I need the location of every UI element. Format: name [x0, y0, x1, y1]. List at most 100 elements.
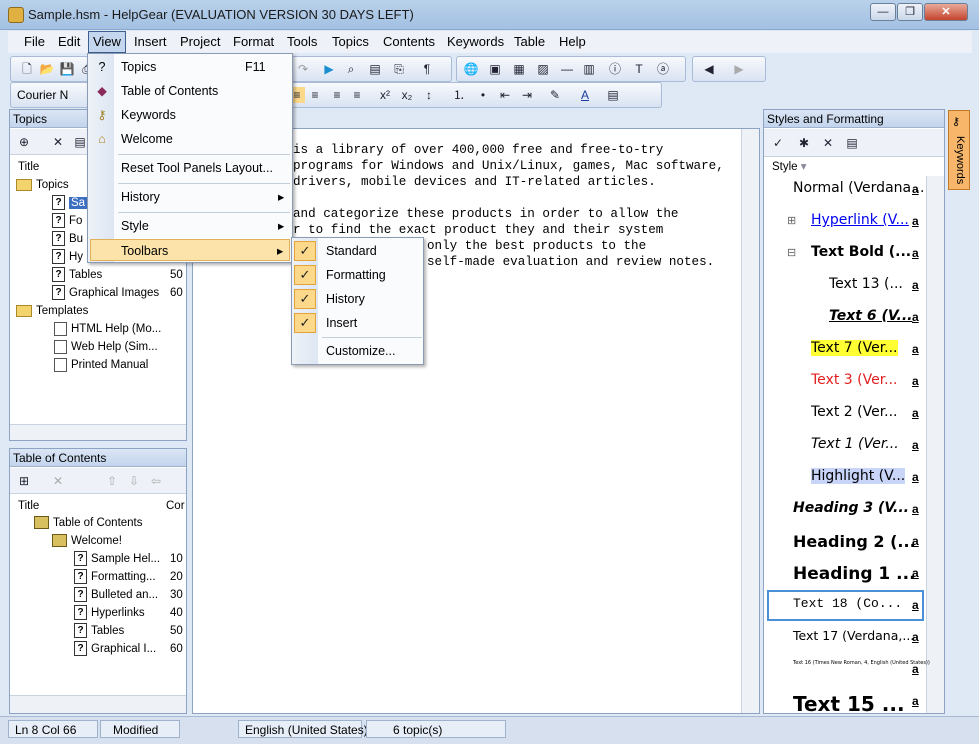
view-history-item[interactable]: History	[121, 186, 160, 208]
list-item[interactable]: ? Tables	[74, 622, 124, 640]
expander-icon[interactable]: ⊟	[787, 246, 796, 259]
move-up-icon[interactable]: ⇧	[104, 473, 120, 489]
topics-hscrollbar[interactable]	[10, 424, 186, 440]
style-item[interactable]: Text Bold (...	[811, 244, 911, 260]
add-toc-icon[interactable]: ⊞	[16, 473, 32, 489]
style-item[interactable]: Text 17 (Verdana,...	[793, 628, 914, 643]
menu-contents[interactable]: Contents	[383, 34, 435, 49]
menu-help[interactable]: Help	[559, 34, 586, 49]
list-item[interactable]: Printed Manual	[54, 356, 148, 374]
redo-icon[interactable]: ↷	[295, 61, 311, 77]
superscript-icon[interactable]: x²	[377, 87, 393, 103]
view-toc-item[interactable]: Table of Contents	[121, 80, 218, 102]
view-reset-layout-item[interactable]: Reset Tool Panels Layout...	[121, 157, 273, 179]
view-toolbars-item[interactable]: Toolbars ▸	[90, 239, 290, 261]
style-item[interactable]: Text 15 ...	[793, 692, 905, 716]
new-icon[interactable]: 🗋	[19, 61, 35, 77]
properties-icon[interactable]: ▤	[605, 87, 621, 103]
frame-icon[interactable]: ▦	[511, 61, 527, 77]
keywords-side-tab[interactable]: ⚷ Keywords	[948, 110, 970, 190]
minimize-button[interactable]: —	[870, 3, 896, 21]
menu-keywords[interactable]: Keywords	[447, 34, 504, 49]
menu-tools[interactable]: Tools	[287, 34, 317, 49]
toolbar-insert-item[interactable]: Insert	[326, 312, 357, 334]
publish-icon[interactable]: ⎘	[391, 61, 407, 77]
style-item[interactable]: Text 3 (Ver...	[811, 372, 898, 388]
style-item[interactable]: Heading 3 (V...	[793, 500, 909, 516]
list-item[interactable]: Web Help (Sim...	[54, 338, 158, 356]
table-icon[interactable]: ▥	[581, 61, 597, 77]
preview-icon[interactable]: ⌕	[343, 61, 359, 77]
view-keywords-item[interactable]: Keywords	[121, 104, 176, 126]
menu-table[interactable]: Table	[514, 34, 545, 49]
move-down-icon[interactable]: ⇩	[126, 473, 142, 489]
toolbar-formatting-item[interactable]: Formatting	[326, 264, 386, 286]
style-item[interactable]: Heading 1 ...	[793, 564, 916, 584]
indent-icon[interactable]: ⇥	[519, 87, 535, 103]
toc-root[interactable]: Table of Contents	[34, 514, 143, 532]
menu-view[interactable]: View	[88, 31, 126, 53]
list-item[interactable]: ? Sample Hel...	[74, 550, 160, 568]
editor-vscrollbar[interactable]	[741, 129, 759, 713]
open-icon[interactable]: 📂	[39, 61, 55, 77]
style-item[interactable]: Text 6 (V...	[829, 308, 912, 324]
compile-icon[interactable]: ▤	[367, 61, 383, 77]
delete-toc-icon[interactable]: ✕	[50, 473, 66, 489]
style-item[interactable]: Hyperlink (V...	[811, 212, 909, 228]
style-item[interactable]: Text 2 (Ver...	[811, 404, 898, 420]
view-topics-item[interactable]: Topics	[121, 56, 156, 78]
menu-edit[interactable]: Edit	[58, 34, 80, 49]
style-item[interactable]: Normal (Verdana...	[793, 180, 924, 196]
text-icon[interactable]: T	[631, 61, 647, 77]
add-topic-icon[interactable]: ⊕	[16, 134, 32, 150]
font-name-box[interactable]: Courier N	[17, 86, 68, 104]
style-item[interactable]: Text 16 (Times New Roman, 4, English (Un…	[793, 660, 930, 666]
list-item[interactable]: ? Hy	[52, 248, 83, 266]
menu-file[interactable]: File	[24, 34, 45, 49]
style-item[interactable]: Text 7 (Ver...	[811, 340, 898, 356]
toolbar-customize-item[interactable]: Customize...	[326, 340, 395, 362]
view-welcome-item[interactable]: Welcome	[121, 128, 173, 150]
list-item[interactable]: ? Graphical Images	[52, 284, 159, 302]
forward-icon[interactable]: ▶	[731, 61, 747, 77]
hyperlink-icon[interactable]: 🌐	[463, 61, 479, 77]
new-style-icon[interactable]: ✱	[796, 135, 812, 151]
list-item[interactable]: ? Graphical I...	[74, 640, 156, 658]
templates-folder[interactable]: Templates	[16, 302, 88, 320]
maximize-button[interactable]: ❐	[897, 3, 923, 21]
apply-style-icon[interactable]: ✓	[770, 135, 786, 151]
line-icon[interactable]: —	[559, 61, 575, 77]
toc-welcome[interactable]: Welcome!	[52, 532, 122, 550]
toc-hscrollbar[interactable]	[10, 695, 186, 713]
style-properties-icon[interactable]: ▤	[844, 135, 860, 151]
style-item[interactable]: Highlight (V...	[811, 468, 906, 484]
menu-topics[interactable]: Topics	[332, 34, 369, 49]
save-icon[interactable]: 💾	[59, 61, 75, 77]
numbering-icon[interactable]: ⒈	[451, 87, 467, 103]
paragraph-icon[interactable]: ¶	[419, 61, 435, 77]
delete-style-icon[interactable]: ✕	[820, 135, 836, 151]
list-item[interactable]: ? Fo	[52, 212, 82, 230]
picture-icon[interactable]: ▨	[535, 61, 551, 77]
font-color-icon[interactable]: A	[577, 87, 593, 103]
align-center-icon[interactable]: ≡	[307, 87, 323, 103]
delete-topic-icon[interactable]: ✕	[50, 134, 66, 150]
toolbar-history-item[interactable]: History	[326, 288, 365, 310]
menu-project[interactable]: Project	[180, 34, 220, 49]
line-spacing-icon[interactable]: ↕	[421, 87, 437, 103]
special-char-icon[interactable]: ⓐ	[655, 61, 671, 77]
subscript-icon[interactable]: x₂	[399, 87, 415, 103]
list-item[interactable]: ? Hyperlinks	[74, 604, 145, 622]
styles-vscrollbar[interactable]	[926, 176, 944, 713]
list-item[interactable]: ? Tables	[52, 266, 102, 284]
outdent-icon[interactable]: ⇤	[497, 87, 513, 103]
list-item[interactable]: ? Bu	[52, 230, 83, 248]
align-right-icon[interactable]: ≡	[329, 87, 345, 103]
close-button[interactable]: ✕	[924, 3, 968, 21]
list-item[interactable]: ? Formatting...	[74, 568, 156, 586]
list-item[interactable]: HTML Help (Mo...	[54, 320, 161, 338]
list-item[interactable]: ? Sa	[52, 194, 88, 212]
code-icon[interactable]: ⓘ	[607, 61, 623, 77]
list-item[interactable]: ? Bulleted an...	[74, 586, 158, 604]
style-item[interactable]: Text 1 (Ver...	[811, 436, 899, 452]
